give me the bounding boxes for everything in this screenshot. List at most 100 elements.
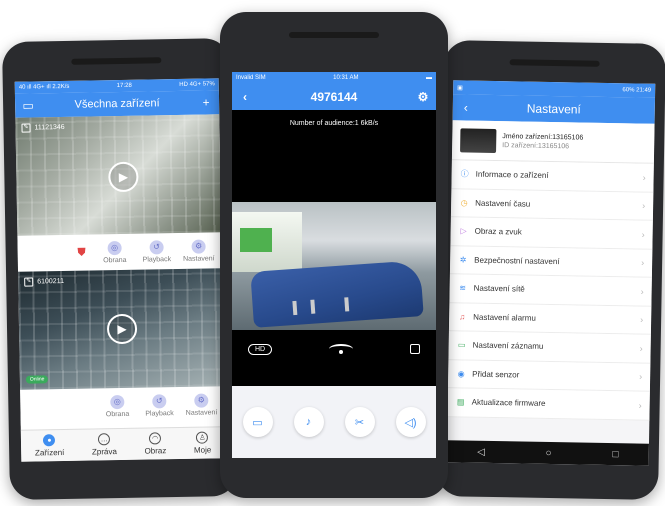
- settings-item-label: Bezpečnostní nastavení: [474, 255, 560, 266]
- scan-icon[interactable]: ▭: [21, 98, 35, 112]
- action-label: Playback: [142, 255, 172, 264]
- live-video[interactable]: [232, 202, 436, 330]
- camera-id: 6100211: [37, 277, 65, 286]
- bottom-tab-bar: ● Zařízení … Zpráva ◠ Obraz ♙ Moje: [20, 426, 226, 462]
- settings-button[interactable]: ⚙ Nastavení: [179, 239, 217, 263]
- gear-icon: ⚙: [194, 392, 209, 408]
- settings-menu: ⓘ Informace o zařízení › ◷ Nastavení času › ▷ O…: [447, 160, 654, 421]
- header: ‹ 4976144 ⚙: [232, 84, 436, 110]
- tab-label: Zpráva: [91, 447, 117, 457]
- live-view-screen: Invalid SIM 10:31 AM ▬ ‹ 4976144 ⚙ Numbe…: [232, 72, 436, 458]
- settings-item-record[interactable]: ▭ Nastavení záznamu ›: [448, 331, 651, 364]
- alert-shield-icon: ⛊: [77, 246, 86, 259]
- settings-item-upgrade[interactable]: ▤ Aktualizace firmware ›: [447, 388, 650, 421]
- settings-item-info[interactable]: ⓘ Informace o zařízení ›: [451, 160, 654, 193]
- defense-button[interactable]: ◎ Obrana: [98, 394, 136, 418]
- action-label: Nastavení: [185, 408, 218, 417]
- chevron-right-icon: ›: [641, 257, 645, 268]
- tab-image[interactable]: ◠ Obraz: [144, 432, 167, 456]
- chevron-right-icon: ›: [642, 200, 646, 211]
- camera-label: ✎ 6100211: [24, 277, 64, 287]
- online-badge: Online: [25, 375, 49, 384]
- tab-label: Moje: [193, 445, 212, 455]
- stage: 40 ıll 4G+ ıll 2.2K/s 17:28 HD 4G+ 57% ▭…: [0, 0, 665, 506]
- gear-icon[interactable]: ⚙: [416, 90, 430, 104]
- camera-label: ✎ 11121346: [21, 123, 65, 133]
- defense-button[interactable]: ◎ Obrana: [96, 240, 134, 264]
- camera-tile[interactable]: ✎ 6100211 ▶ Online: [18, 268, 225, 390]
- camera-tile[interactable]: ✎ 11121346 ▶: [15, 114, 222, 236]
- nav-home-icon[interactable]: ○: [546, 447, 552, 458]
- chevron-right-icon: ›: [641, 229, 645, 240]
- back-arrow-icon[interactable]: ‹: [238, 90, 252, 104]
- settings-item-label: Nastavení času: [475, 198, 531, 209]
- camera-actions: ⛊ ◎ Obrana ↺ Playback ⚙ Nastavení: [17, 232, 223, 272]
- settings-item-label: Nastavení sítě: [473, 283, 525, 294]
- media-icon: ▷: [460, 226, 467, 236]
- device-icon: ●: [43, 434, 56, 447]
- phone-settings: ▣ 60% 21:49 ‹ Nastavení Jméno zařízení:1…: [436, 40, 665, 500]
- settings-item-label: Nastavení záznamu: [472, 340, 544, 352]
- chevron-right-icon: ›: [638, 400, 642, 411]
- action-label: Nastavení: [183, 254, 215, 263]
- header: ‹ Nastavení: [452, 94, 656, 124]
- settings-item-sensor[interactable]: ◉ Přidat senzor ›: [447, 359, 651, 392]
- settings-item-security[interactable]: ✲ Bezpečnostní nastavení ›: [449, 245, 653, 278]
- info-icon: ⓘ: [460, 169, 469, 179]
- nav-recent-icon[interactable]: □: [612, 449, 618, 460]
- header: ▭ Všechna zařízení +: [14, 90, 220, 118]
- notification-icon: ▣: [457, 84, 463, 91]
- status-left: Invalid SIM: [236, 75, 266, 81]
- plus-icon[interactable]: +: [199, 95, 213, 109]
- microphone-icon[interactable]: ♪: [293, 407, 324, 437]
- gear-icon: ⚙: [191, 239, 206, 254]
- playback-button[interactable]: ↺ Playback: [137, 239, 175, 264]
- android-nav-bar: ◁ ○ □: [446, 440, 649, 466]
- fullscreen-icon[interactable]: [410, 344, 420, 354]
- playback-icon: ↺: [149, 239, 164, 254]
- tab-label: Zařízení: [34, 447, 65, 458]
- settings-button[interactable]: ⚙ Nastavení: [182, 392, 220, 417]
- camera-actions: ◎ Obrana ↺ Playback ⚙ Nastavení: [20, 386, 225, 426]
- action-label: Playback: [145, 409, 174, 418]
- chevron-right-icon: ›: [639, 343, 643, 354]
- tab-messages[interactable]: … Zpráva: [91, 433, 117, 457]
- settings-item-label: Informace o zařízení: [475, 169, 549, 181]
- status-time: 10:31 AM: [333, 75, 359, 81]
- audience-info: Number of audience:1 6kB/s: [289, 120, 379, 127]
- device-name: Jméno zařízení:13165106: [502, 132, 584, 142]
- hd-button[interactable]: HD: [248, 343, 273, 355]
- device-card: Jméno zařízení:13165106 ID zařízení:1316…: [451, 120, 655, 164]
- tab-profile[interactable]: ♙ Moje: [193, 431, 212, 455]
- security-icon: ✲: [459, 255, 467, 265]
- settings-item-clock[interactable]: ◷ Nastavení času ›: [450, 188, 654, 221]
- port: [344, 297, 350, 312]
- tab-label: Obraz: [144, 446, 167, 456]
- record-icon: ▭: [457, 340, 466, 350]
- shield-icon: ◎: [107, 240, 122, 255]
- settings-item-bell[interactable]: ♫ Nastavení alarmu ›: [448, 302, 652, 335]
- settings-item-media[interactable]: ▷ Obraz a zvuk ›: [450, 217, 653, 250]
- edit-icon[interactable]: ✎: [21, 123, 31, 133]
- scissors-icon[interactable]: ✂: [344, 407, 375, 437]
- device-list-screen: 40 ıll 4G+ ıll 2.2K/s 17:28 HD 4G+ 57% ▭…: [14, 78, 226, 462]
- device-id: ID zařízení:13165106: [502, 141, 570, 150]
- settings-item-wifi[interactable]: ≋ Nastavení sítě ›: [449, 274, 652, 307]
- tab-devices[interactable]: ● Zařízení: [34, 434, 65, 458]
- ptz-icon[interactable]: [329, 344, 354, 354]
- edit-icon[interactable]: ✎: [24, 277, 34, 287]
- nav-back-icon[interactable]: ◁: [477, 446, 485, 457]
- phone-live-view: Invalid SIM 10:31 AM ▬ ‹ 4976144 ⚙ Numbe…: [220, 12, 448, 498]
- back-arrow-icon[interactable]: ‹: [459, 100, 473, 114]
- user-icon: ♙: [196, 431, 209, 444]
- chevron-right-icon: ›: [640, 286, 644, 297]
- message-icon: …: [98, 433, 111, 446]
- settings-screen: ▣ 60% 21:49 ‹ Nastavení Jméno zařízení:1…: [446, 80, 656, 466]
- image-icon: ◠: [149, 432, 162, 445]
- page-title: Všechna zařízení: [74, 97, 160, 111]
- status-left: 40 ıll 4G+ ıll 2.2K/s: [18, 83, 70, 91]
- record-video-icon[interactable]: ▭: [242, 407, 273, 437]
- playback-button[interactable]: ↺ Playback: [140, 393, 178, 418]
- speaker-icon[interactable]: ◁): [395, 407, 426, 437]
- video-green-area: [240, 228, 272, 252]
